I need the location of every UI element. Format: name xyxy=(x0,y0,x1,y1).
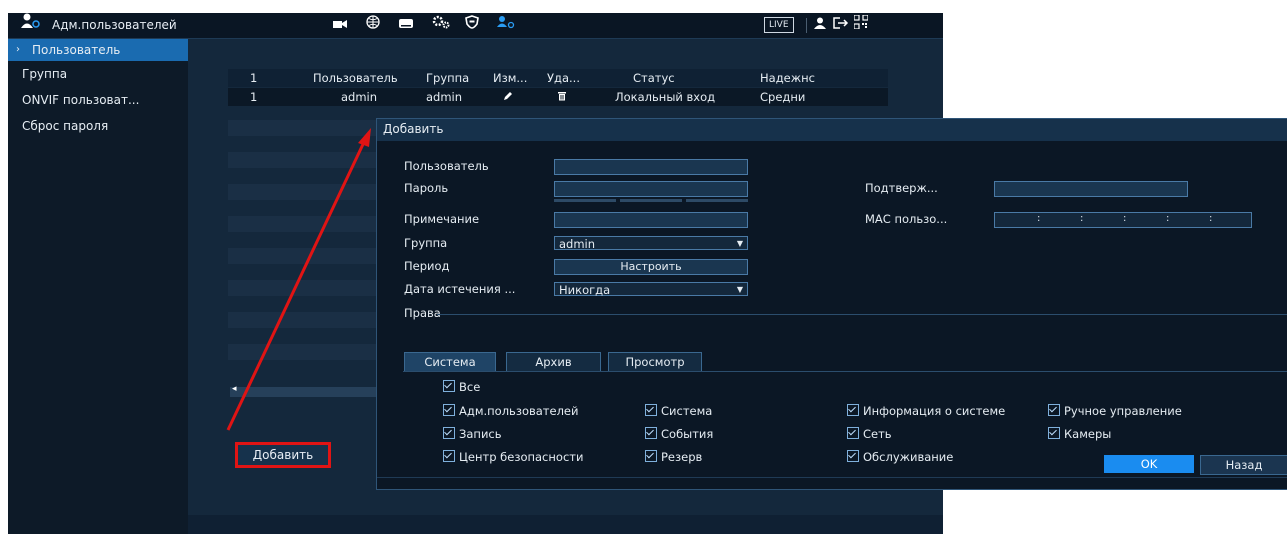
checkbox-checked-icon[interactable] xyxy=(645,404,657,416)
dialog-header: Добавить xyxy=(377,119,1287,141)
ok-button[interactable]: OK xyxy=(1104,455,1194,473)
perm-manual-control[interactable]: Ручное управление xyxy=(1048,404,1182,418)
rights-label: Права xyxy=(404,306,441,320)
expiry-select[interactable]: Никогда ▼ xyxy=(554,282,748,297)
perm-all[interactable]: Все xyxy=(443,380,480,394)
add-user-dialog: Добавить Пользователь Пароль Подтверж...… xyxy=(376,118,1287,490)
checkbox-checked-icon[interactable] xyxy=(645,450,657,462)
checkbox-checked-icon[interactable] xyxy=(847,427,859,439)
password-strength-meter xyxy=(554,199,748,202)
checkbox-checked-icon[interactable] xyxy=(443,427,455,439)
configure-period-button[interactable]: Настроить xyxy=(554,259,748,275)
confirm-password-input[interactable] xyxy=(994,181,1188,197)
password-input[interactable] xyxy=(554,181,748,197)
group-select-value: admin xyxy=(559,237,596,251)
checkbox-checked-icon[interactable] xyxy=(1048,404,1060,416)
back-button[interactable]: Назад xyxy=(1200,455,1287,475)
chevron-down-icon: ▼ xyxy=(736,239,743,248)
perm-system[interactable]: Система xyxy=(645,404,712,418)
checkbox-checked-icon[interactable] xyxy=(443,450,455,462)
user-input[interactable] xyxy=(554,159,748,175)
perm-cameras[interactable]: Камеры xyxy=(1048,427,1111,441)
dialog-body: Пользователь Пароль Подтверж... Примечан… xyxy=(377,141,1287,489)
checkbox-checked-icon[interactable] xyxy=(1048,427,1060,439)
perm-record[interactable]: Запись xyxy=(443,427,502,441)
perm-security-center[interactable]: Центр безопасности xyxy=(443,450,583,464)
checkbox-checked-icon[interactable] xyxy=(443,380,455,392)
tab-system[interactable]: Система xyxy=(404,352,496,372)
chevron-down-icon: ▼ xyxy=(736,285,743,294)
mac-input[interactable]: : : : : : xyxy=(994,212,1252,228)
checkbox-checked-icon[interactable] xyxy=(847,404,859,416)
perm-events[interactable]: События xyxy=(645,427,713,441)
perm-maintenance[interactable]: Обслуживание xyxy=(847,450,953,464)
checkbox-checked-icon[interactable] xyxy=(645,427,657,439)
dialog-title: Добавить xyxy=(383,122,444,136)
group-select[interactable]: admin ▼ xyxy=(554,236,748,251)
user-label: Пользователь xyxy=(404,159,489,173)
checkbox-checked-icon[interactable] xyxy=(443,404,455,416)
divider xyxy=(377,477,1287,478)
perm-backup[interactable]: Резерв xyxy=(645,450,702,464)
confirm-label: Подтверж... xyxy=(865,181,938,195)
period-label: Период xyxy=(404,259,450,273)
checkbox-checked-icon[interactable] xyxy=(847,450,859,462)
expiry-label: Дата истечения ... xyxy=(404,282,516,296)
tab-view[interactable]: Просмотр xyxy=(608,352,702,372)
note-label: Примечание xyxy=(404,212,480,226)
tab-archive[interactable]: Архив xyxy=(506,352,601,372)
mac-label: МАС пользо... xyxy=(865,212,948,226)
perm-user-admin[interactable]: Адм.пользователей xyxy=(443,404,578,418)
expiry-select-value: Никогда xyxy=(559,283,611,297)
perm-network[interactable]: Сеть xyxy=(847,427,892,441)
group-label: Группа xyxy=(404,236,448,250)
note-input[interactable] xyxy=(554,212,748,228)
password-label: Пароль xyxy=(404,181,449,195)
divider xyxy=(437,314,1287,315)
perm-system-info[interactable]: Информация о системе xyxy=(847,404,1005,418)
